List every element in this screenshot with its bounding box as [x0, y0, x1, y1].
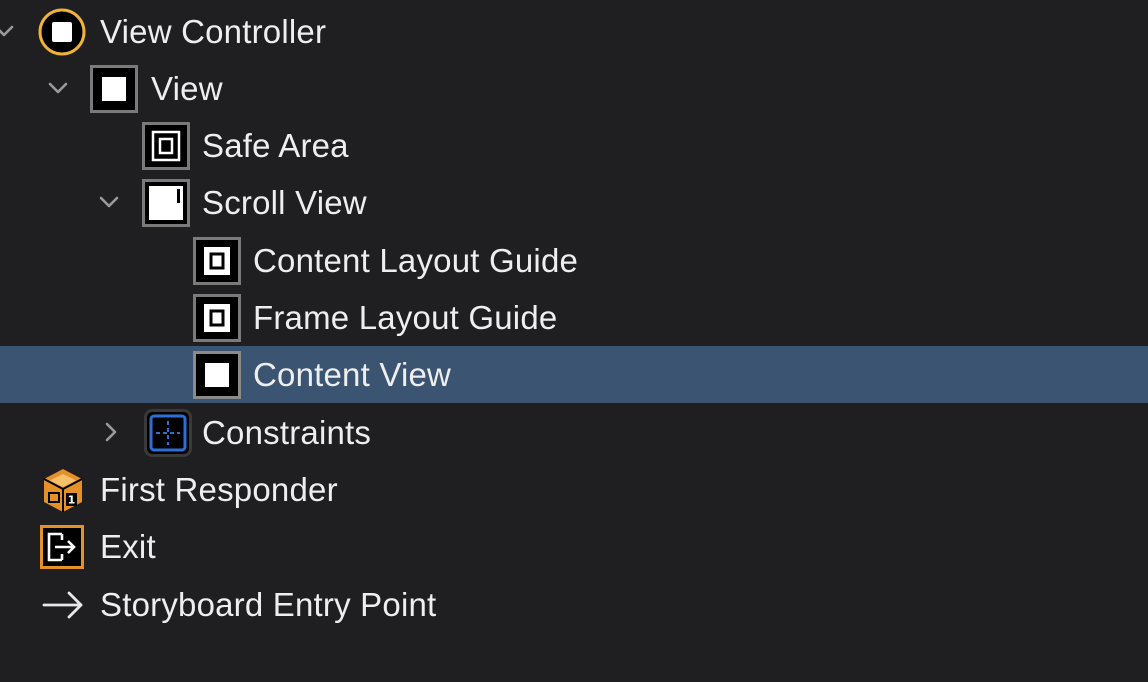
view-icon	[193, 351, 241, 399]
outline-row-label: View Controller	[100, 13, 327, 50]
outline-row-label: Constraints	[202, 414, 372, 451]
outline-row-storyboard-entry-point[interactable]: Storyboard Entry Point	[0, 576, 1148, 633]
chevron-down-icon[interactable]	[0, 19, 16, 43]
outline-row-label: Content Layout Guide	[253, 242, 579, 279]
constraints-icon	[144, 409, 192, 457]
exit-icon	[38, 523, 86, 571]
outline-row-frame-layout-guide[interactable]: Frame Layout Guide	[0, 289, 1148, 346]
outline-row-view[interactable]: View	[0, 60, 1148, 117]
svg-text:1: 1	[68, 494, 76, 507]
layout-guide-icon	[193, 294, 241, 342]
document-outline: View Controller View Safe Area Scroll Vi…	[0, 0, 1148, 682]
outline-row-exit[interactable]: Exit	[0, 518, 1148, 575]
outline-row-label: Exit	[100, 528, 156, 565]
outline-row-label: Safe Area	[202, 127, 349, 164]
layout-guide-icon	[193, 237, 241, 285]
chevron-down-icon[interactable]	[46, 76, 70, 100]
chevron-right-icon[interactable]	[99, 420, 123, 444]
outline-row-content-layout-guide[interactable]: Content Layout Guide	[0, 232, 1148, 289]
view-icon	[90, 65, 138, 113]
outline-row-constraints[interactable]: Constraints	[0, 404, 1148, 461]
outline-row-label: View	[151, 70, 223, 107]
outline-row-first-responder[interactable]: 1 First Responder	[0, 461, 1148, 518]
arrow-right-icon	[39, 581, 87, 629]
first-responder-icon: 1	[39, 466, 87, 514]
chevron-down-icon[interactable]	[97, 190, 121, 214]
outline-row-content-view[interactable]: Content View	[0, 346, 1148, 403]
outline-row-view-controller[interactable]: View Controller	[0, 3, 1148, 60]
outline-row-label: Content View	[253, 356, 452, 393]
outline-row-label: Frame Layout Guide	[253, 299, 558, 336]
outline-row-scroll-view[interactable]: Scroll View	[0, 174, 1148, 231]
safe-area-icon	[142, 122, 190, 170]
outline-row-label: Storyboard Entry Point	[100, 586, 437, 623]
outline-row-label: First Responder	[100, 471, 338, 508]
scroll-view-icon	[142, 179, 190, 227]
outline-row-safe-area[interactable]: Safe Area	[0, 117, 1148, 174]
view-controller-icon	[38, 8, 86, 56]
outline-row-label: Scroll View	[202, 184, 367, 221]
